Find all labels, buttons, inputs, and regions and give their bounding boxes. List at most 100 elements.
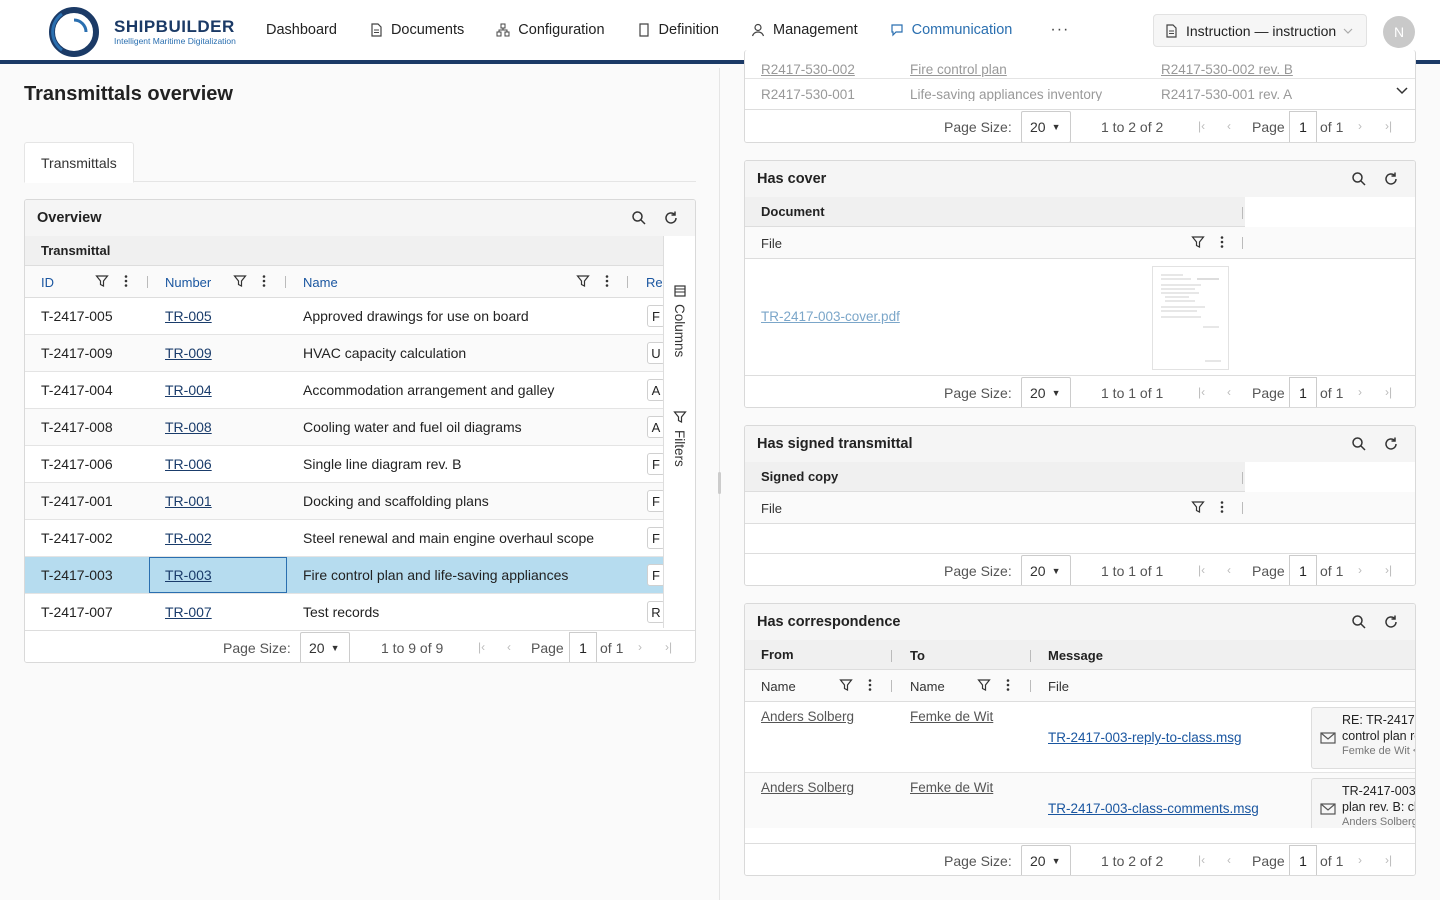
page-size-select[interactable]: 20 ▼ — [1021, 111, 1071, 142]
search-icon[interactable] — [1351, 436, 1367, 452]
column-header-file[interactable]: File — [761, 227, 782, 259]
next-page-icon[interactable]: › — [638, 640, 642, 654]
search-icon[interactable] — [631, 210, 647, 226]
filter-icon[interactable] — [95, 274, 109, 288]
page-size-select[interactable]: 20 ▼ — [1021, 555, 1071, 585]
column-header-file[interactable]: File — [1048, 670, 1069, 702]
table-row[interactable]: T-2417-004 TR-004 Accommodation arrangem… — [25, 372, 665, 409]
column-header-id[interactable]: ID — [41, 266, 54, 298]
first-page-icon[interactable]: |‹ — [1198, 853, 1205, 867]
previous-page-icon[interactable]: ‹ — [507, 640, 511, 654]
column-menu-icon[interactable] — [863, 678, 877, 692]
page-size-select[interactable]: 20 ▼ — [300, 632, 350, 662]
page-size-select[interactable]: 20 ▼ — [1021, 377, 1071, 407]
page-number-input[interactable]: 1 — [1289, 555, 1317, 585]
page-number-input[interactable]: 1 — [569, 632, 597, 662]
next-page-icon[interactable]: › — [1358, 563, 1362, 577]
nav-documents[interactable]: Documents — [369, 0, 464, 60]
table-row[interactable]: Anders Solberg Femke de Wit TR-2417-003-… — [745, 702, 1415, 773]
table-row[interactable]: T-2417-006 TR-006 Single line diagram re… — [25, 446, 665, 483]
chevron-down-icon[interactable] — [1395, 86, 1409, 96]
filter-icon[interactable] — [839, 678, 853, 692]
table-row[interactable]: Anders Solberg Femke de Wit TR-2417-003-… — [745, 773, 1415, 828]
search-icon[interactable] — [1351, 171, 1367, 187]
last-page-icon[interactable]: ›| — [665, 640, 672, 654]
column-resize-handle[interactable] — [147, 276, 148, 288]
page-number-input[interactable]: 1 — [1289, 377, 1317, 407]
instruction-selector[interactable]: Instruction — instruction — [1153, 14, 1367, 47]
pane-resize-handle[interactable] — [718, 472, 721, 494]
partial-doc-link[interactable]: R2417-530-002 — [761, 62, 855, 77]
next-page-icon[interactable]: › — [1358, 119, 1362, 133]
previous-page-icon[interactable]: ‹ — [1227, 119, 1231, 133]
column-menu-icon[interactable] — [1215, 235, 1229, 249]
column-resize-handle[interactable] — [627, 276, 628, 288]
column-resize-handle[interactable] — [1242, 502, 1243, 514]
filter-icon[interactable] — [1191, 500, 1205, 514]
pdf-thumbnail[interactable] — [1152, 266, 1229, 370]
table-row[interactable]: T-2417-007 TR-007 Test records R — [25, 594, 665, 631]
filter-icon[interactable] — [977, 678, 991, 692]
column-menu-icon[interactable] — [257, 274, 271, 288]
column-header-from-name[interactable]: Name — [761, 670, 796, 702]
column-header-to-name[interactable]: Name — [910, 670, 945, 702]
cell-number-link[interactable]: TR-008 — [165, 409, 212, 445]
column-resize-handle[interactable] — [891, 680, 892, 692]
cell-number-link[interactable]: TR-002 — [165, 520, 212, 556]
column-menu-icon[interactable] — [119, 274, 133, 288]
column-resize-handle[interactable] — [891, 650, 892, 662]
column-header-file[interactable]: File — [761, 492, 782, 524]
partial-doc-revision[interactable]: R2417-530-002 rev. B — [1161, 62, 1293, 77]
nav-definition[interactable]: Definition — [637, 0, 719, 60]
column-resize-handle[interactable] — [1030, 650, 1031, 662]
cell-number-link[interactable]: TR-006 — [165, 446, 212, 482]
to-name-link[interactable]: Femke de Wit — [910, 780, 993, 795]
first-page-icon[interactable]: |‹ — [1198, 119, 1205, 133]
avatar[interactable]: N — [1383, 16, 1415, 48]
column-resize-handle[interactable] — [285, 276, 286, 288]
cell-number-link[interactable]: TR-003 — [165, 557, 212, 593]
refresh-icon[interactable] — [663, 210, 679, 226]
message-preview-card[interactable]: TR-2417-003 plan rev. B: cla Anders Solb… — [1311, 778, 1415, 828]
tab-transmittals[interactable]: Transmittals — [24, 142, 134, 183]
next-page-icon[interactable]: › — [1358, 853, 1362, 867]
column-header-number[interactable]: Number — [165, 266, 211, 298]
table-row[interactable]: T-2417-009 TR-009 HVAC capacity calculat… — [25, 335, 665, 372]
partial-doc-title[interactable]: Fire control plan — [910, 62, 1007, 77]
previous-page-icon[interactable]: ‹ — [1227, 853, 1231, 867]
column-resize-handle[interactable] — [1242, 207, 1243, 219]
column-resize-handle[interactable] — [1242, 472, 1243, 484]
last-page-icon[interactable]: ›| — [1385, 853, 1392, 867]
last-page-icon[interactable]: ›| — [1385, 119, 1392, 133]
column-resize-handle[interactable] — [1242, 237, 1243, 249]
page-size-select[interactable]: 20 ▼ — [1021, 845, 1071, 875]
message-preview-card[interactable]: RE: TR-2417- control plan re Femke de Wi… — [1311, 707, 1415, 769]
last-page-icon[interactable]: ›| — [1385, 385, 1392, 399]
nav-configuration[interactable]: Configuration — [496, 0, 605, 60]
column-menu-icon[interactable] — [1215, 500, 1229, 514]
column-resize-handle[interactable] — [1030, 680, 1031, 692]
table-row[interactable]: T-2417-008 TR-008 Cooling water and fuel… — [25, 409, 665, 446]
first-page-icon[interactable]: |‹ — [1198, 385, 1205, 399]
message-file-link[interactable]: TR-2417-003-class-comments.msg — [1048, 801, 1259, 816]
table-row[interactable]: T-2417-001 TR-001 Docking and scaffoldin… — [25, 483, 665, 520]
table-row-selected[interactable]: T-2417-003 TR-003 Fire control plan and … — [25, 557, 665, 594]
cover-file-link[interactable]: TR-2417-003-cover.pdf — [761, 309, 900, 324]
previous-page-icon[interactable]: ‹ — [1227, 385, 1231, 399]
filter-icon[interactable] — [1191, 235, 1205, 249]
next-page-icon[interactable]: › — [1358, 385, 1362, 399]
refresh-icon[interactable] — [1383, 171, 1399, 187]
table-row[interactable]: T-2417-005 TR-005 Approved drawings for … — [25, 298, 665, 335]
filter-icon[interactable] — [576, 274, 590, 288]
cell-number-link[interactable]: TR-005 — [165, 298, 212, 334]
column-menu-icon[interactable] — [1001, 678, 1015, 692]
filter-icon[interactable] — [233, 274, 247, 288]
page-number-input[interactable]: 1 — [1289, 845, 1317, 875]
search-icon[interactable] — [1351, 614, 1367, 630]
to-name-link[interactable]: Femke de Wit — [910, 709, 993, 724]
columns-side-tab[interactable]: Columns — [672, 284, 687, 357]
cell-number-link[interactable]: TR-004 — [165, 372, 212, 408]
shipbuilder-logo[interactable]: SHIPBUILDER Intelligent Maritime Digital… — [48, 6, 248, 58]
first-page-icon[interactable]: |‹ — [478, 640, 485, 654]
filters-side-tab[interactable]: Filters — [672, 410, 687, 467]
